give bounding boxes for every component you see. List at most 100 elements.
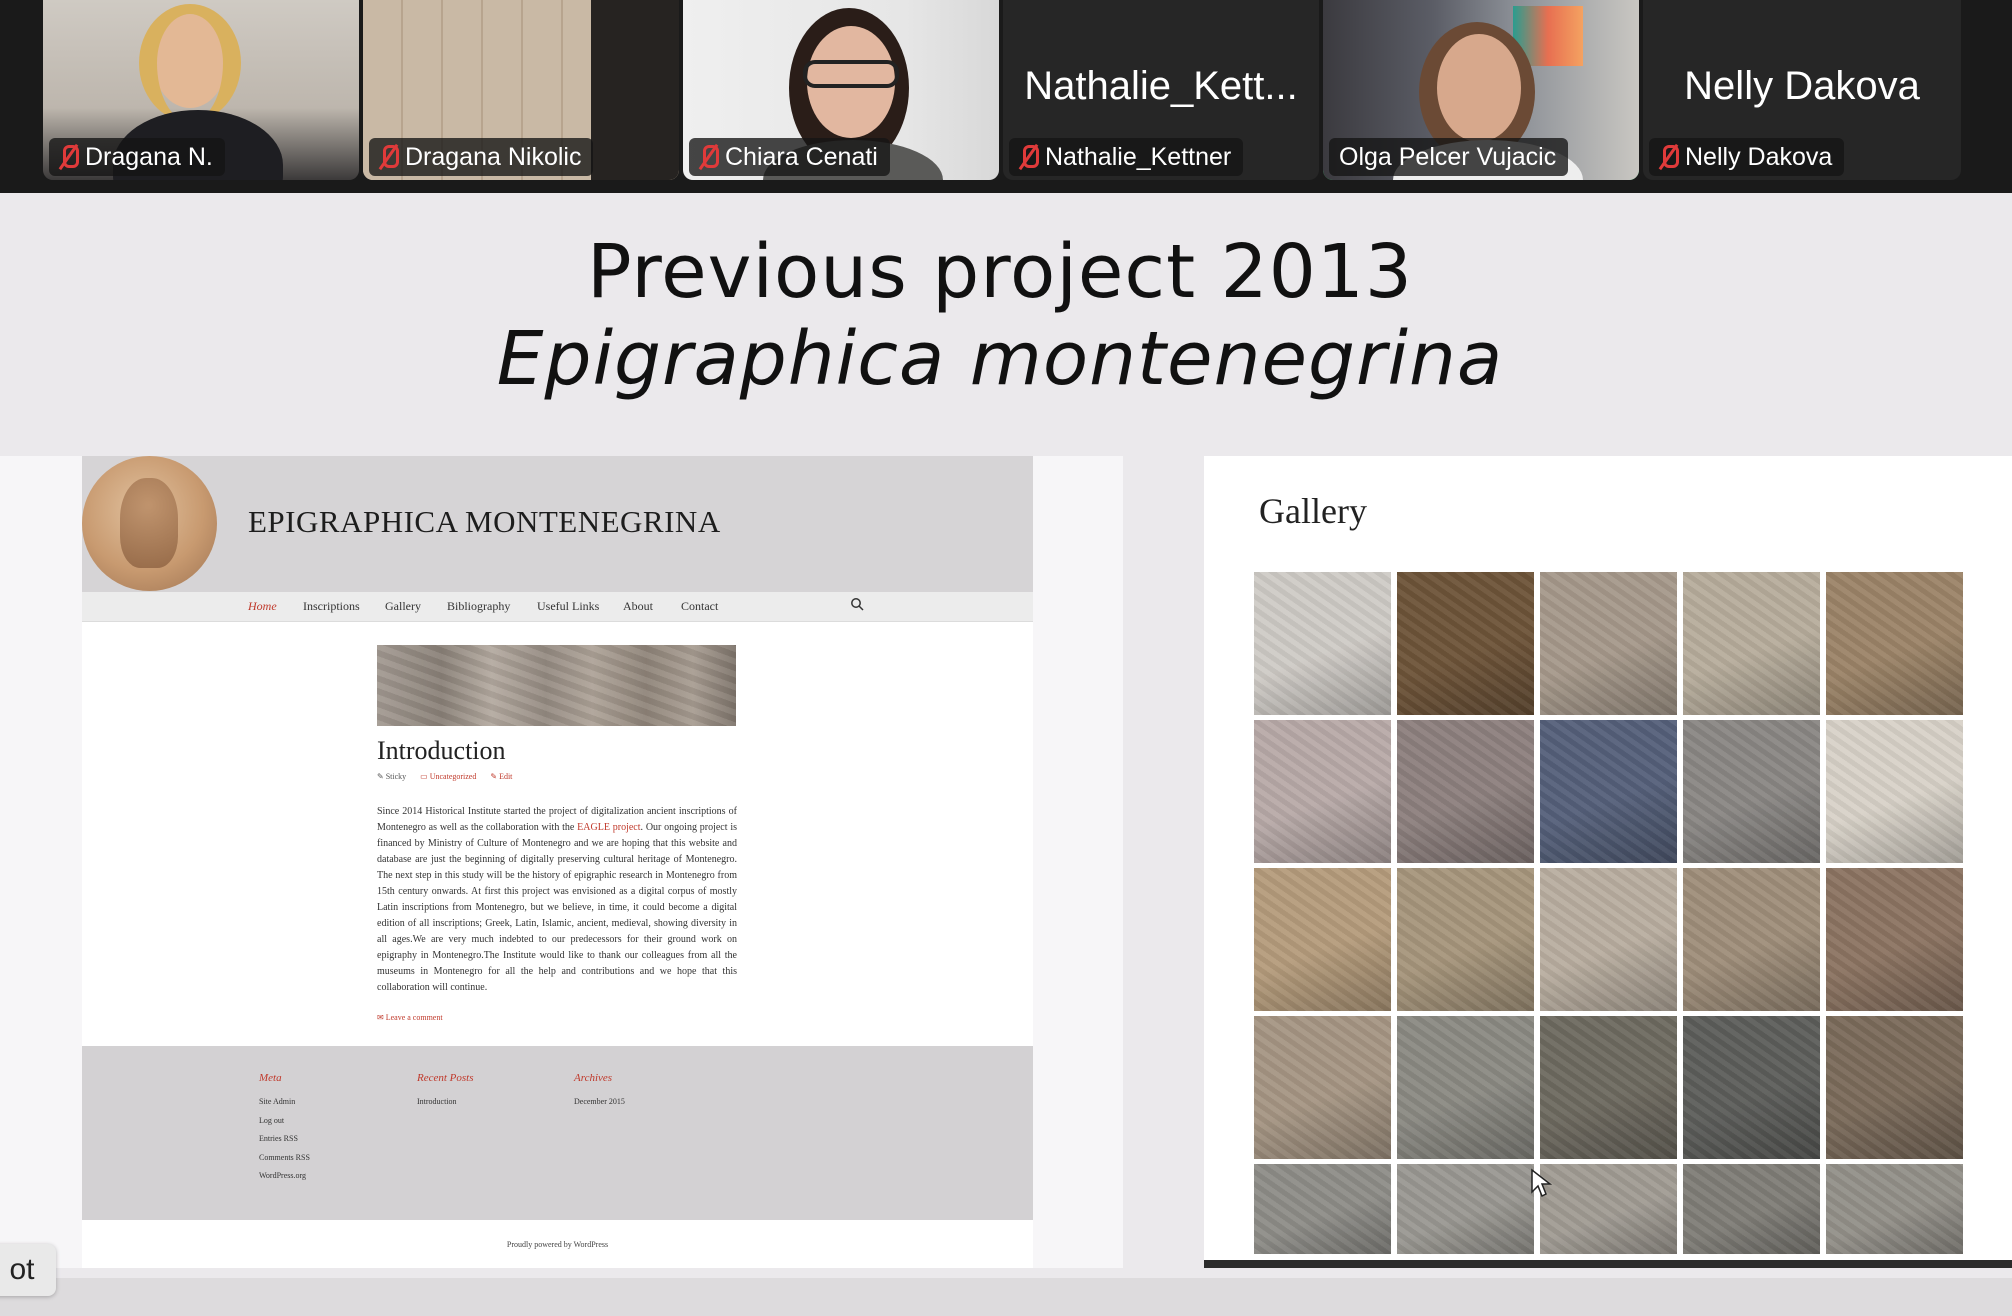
muted-mic-icon [697, 143, 719, 171]
participant-tile-dragana-n[interactable]: Dragana N. [43, 0, 359, 180]
gallery-thumbnail[interactable] [1254, 1016, 1391, 1159]
nav-useful-links[interactable]: Useful Links [537, 599, 599, 614]
gallery-grid [1254, 572, 1963, 1307]
participant-name: Chiara Cenati [725, 142, 878, 171]
gallery-scrollbar[interactable] [1204, 1260, 2012, 1268]
website-page: EPIGRAPHICA MONTENEGRINA Home Inscriptio… [82, 456, 1033, 1268]
gallery-thumbnail[interactable] [1540, 572, 1677, 715]
gallery-thumbnail[interactable] [1683, 720, 1820, 863]
gallery-thumbnail[interactable] [1540, 868, 1677, 1011]
video-feed-dark-edge [591, 0, 679, 180]
participant-name: Dragana Nikolic [405, 142, 582, 171]
website-screenshot: EPIGRAPHICA MONTENEGRINA Home Inscriptio… [0, 456, 1123, 1268]
nav-gallery[interactable]: Gallery [385, 599, 421, 614]
participant-tile-chiara-cenati[interactable]: Chiara Cenati [683, 0, 999, 180]
participant-name: Nathalie_Kettner [1045, 142, 1232, 171]
widget-title: Meta [259, 1072, 282, 1084]
slide-title: Previous project 2013 [587, 229, 1413, 315]
slide-subtitle: Epigraphica montenegrina [496, 316, 1504, 402]
gallery-thumbnail[interactable] [1254, 720, 1391, 863]
footer-link[interactable]: Comments RSS [259, 1149, 310, 1168]
featured-image [377, 645, 736, 726]
powered-by[interactable]: Proudly powered by WordPress [82, 1240, 1033, 1249]
gallery-thumbnail[interactable] [1397, 572, 1534, 715]
gallery-thumbnail[interactable] [1826, 572, 1963, 715]
gallery-thumbnail[interactable] [1254, 868, 1391, 1011]
footer-link[interactable]: WordPress.org [259, 1167, 310, 1186]
gallery-thumbnail[interactable] [1397, 1164, 1534, 1254]
gallery-thumbnail[interactable] [1254, 1164, 1391, 1254]
screenshot-pill[interactable]: ot [0, 1244, 56, 1296]
participant-tile-nelly-dakova[interactable]: Nelly Dakova Nelly Dakova [1643, 0, 1961, 180]
nav-contact[interactable]: Contact [681, 599, 718, 614]
participant-tile-dragana-nikolic[interactable]: Dragana Nikolic [363, 0, 679, 180]
muted-mic-icon [377, 143, 399, 171]
participant-name: Nelly Dakova [1685, 142, 1833, 171]
gallery-thumbnail[interactable] [1683, 1016, 1820, 1159]
gallery-thumbnail[interactable] [1540, 1164, 1677, 1254]
nav-inscriptions[interactable]: Inscriptions [303, 599, 360, 614]
widget-title: Archives [574, 1072, 613, 1084]
participant-tile-olga-pelcer-vujacic[interactable]: Olga Pelcer Vujacic [1323, 0, 1639, 180]
post-title[interactable]: Introduction [377, 736, 506, 766]
participant-label: Dragana N. [49, 138, 225, 176]
leave-comment-link[interactable]: ✉ Leave a comment [377, 1013, 443, 1022]
footer-link[interactable]: Introduction [417, 1093, 474, 1112]
participant-label: Nathalie_Kettner [1009, 138, 1244, 176]
site-name: EPIGRAPHICA MONTENEGRINA [248, 504, 721, 539]
participant-label: Nelly Dakova [1649, 138, 1845, 176]
glasses [803, 60, 899, 88]
participant-strip: Dragana N. Dragana Nikolic Chiara Cenati… [0, 0, 2012, 193]
post-meta: ✎ Sticky ▭ Uncategorized ✎ Edit [377, 772, 512, 781]
pill-text: ot [9, 1253, 35, 1286]
participant-label: Olga Pelcer Vujacic [1329, 138, 1569, 176]
nav-bibliography[interactable]: Bibliography [447, 599, 510, 614]
sticky-tag: ✎ Sticky [377, 772, 407, 781]
coin-logo-icon [82, 456, 217, 591]
gallery-thumbnail[interactable] [1397, 720, 1534, 863]
gallery-thumbnail[interactable] [1397, 868, 1534, 1011]
mouse-pointer-icon [1531, 1168, 1552, 1198]
muted-mic-icon [1017, 143, 1039, 171]
gallery-thumbnail[interactable] [1826, 1016, 1963, 1159]
nav-about[interactable]: About [623, 599, 653, 614]
gallery-thumbnail[interactable] [1826, 720, 1963, 863]
footer-link[interactable]: Log out [259, 1112, 310, 1131]
post-body: Since 2014 Historical Institute started … [377, 806, 737, 993]
nav-home[interactable]: Home [248, 599, 277, 614]
bottom-bar [0, 1278, 2012, 1316]
participant-tile-nathalie-kettner[interactable]: Nathalie_Kett... Nathalie_Kettner [1003, 0, 1319, 180]
footer-link[interactable]: Entries RSS [259, 1130, 310, 1149]
participant-name: Olga Pelcer Vujacic [1339, 142, 1557, 171]
gallery-thumbnail[interactable] [1826, 1164, 1963, 1254]
gallery-thumbnail[interactable] [1397, 1016, 1534, 1159]
participant-label: Chiara Cenati [689, 138, 890, 176]
participant-display-name: Nathalie_Kett... [1024, 64, 1298, 108]
category-link[interactable]: ▭ Uncategorized [420, 772, 476, 781]
gallery-thumbnail[interactable] [1540, 1016, 1677, 1159]
muted-mic-icon [1657, 143, 1679, 171]
footer-archives-widget: Archives December 2015 [574, 1072, 625, 1112]
gallery-thumbnail[interactable] [1540, 720, 1677, 863]
footer-link[interactable]: Site Admin [259, 1093, 310, 1112]
gallery-thumbnail[interactable] [1826, 868, 1963, 1011]
eagle-project-link[interactable]: EAGLE project [577, 822, 640, 833]
search-icon[interactable] [850, 597, 864, 611]
gallery-title: Gallery [1259, 491, 1367, 531]
gallery-thumbnail[interactable] [1254, 572, 1391, 715]
widget-title: Recent Posts [417, 1072, 474, 1084]
participant-label: Dragana Nikolic [369, 138, 594, 176]
gallery-thumbnail[interactable] [1683, 572, 1820, 715]
gallery-thumbnail[interactable] [1683, 1164, 1820, 1254]
footer-recent-posts-widget: Recent Posts Introduction [417, 1072, 474, 1112]
gallery-thumbnail[interactable] [1683, 868, 1820, 1011]
footer-meta-widget: Meta Site Admin Log out Entries RSS Comm… [259, 1072, 310, 1186]
gallery-screenshot: Gallery [1204, 456, 2012, 1268]
face [1437, 34, 1521, 142]
shared-screen-slide: Previous project 2013 Epigraphica monten… [0, 193, 2012, 1278]
footer-link[interactable]: December 2015 [574, 1093, 625, 1112]
participant-name: Dragana N. [85, 142, 213, 171]
edit-link[interactable]: ✎ Edit [490, 772, 512, 781]
participant-display-name: Nelly Dakova [1684, 64, 1920, 108]
muted-mic-icon [57, 143, 79, 171]
